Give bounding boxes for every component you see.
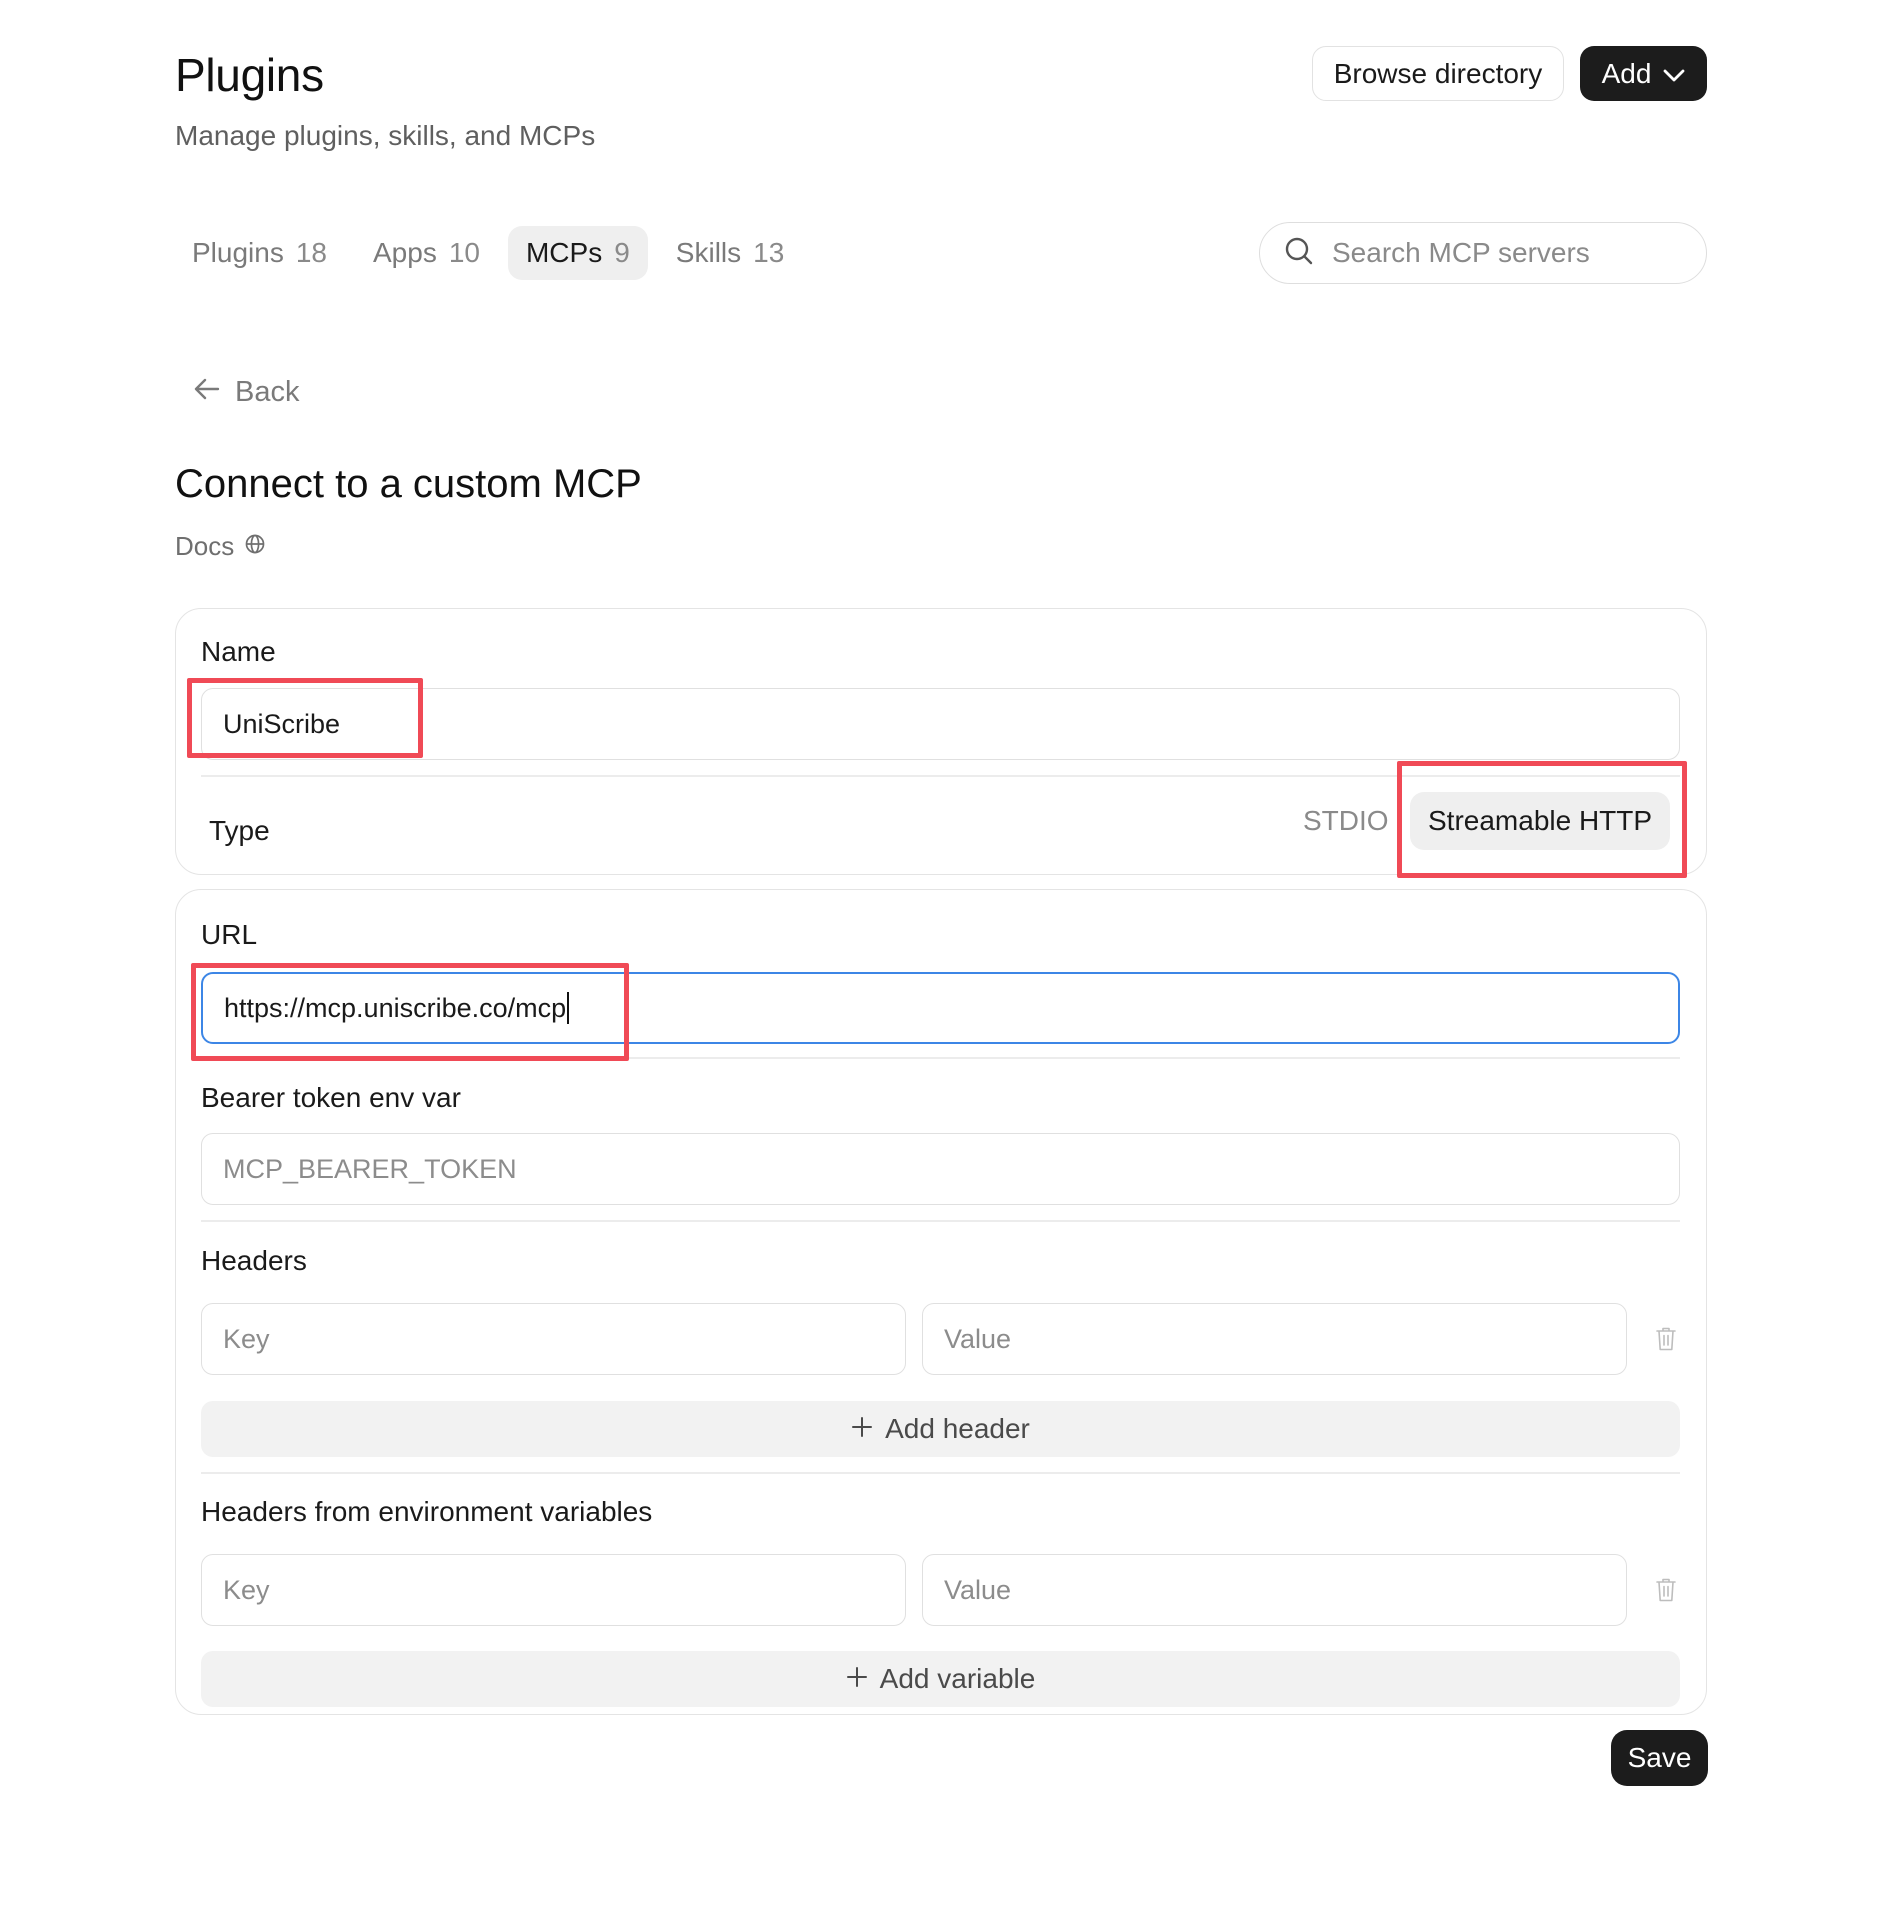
add-header-label: Add header — [885, 1413, 1030, 1444]
type-label: Type — [209, 815, 270, 846]
trash-icon[interactable] — [1652, 1574, 1680, 1606]
name-label: Name — [201, 636, 276, 667]
highlight-box-url — [191, 963, 629, 1061]
header-key-placeholder: Key — [223, 1323, 270, 1354]
tab-count: 9 — [614, 237, 630, 268]
type-option-stdio[interactable]: STDIO — [1303, 805, 1389, 837]
add-button[interactable]: Add — [1580, 46, 1707, 101]
tab-count: 13 — [753, 237, 785, 268]
search-icon — [1284, 236, 1314, 271]
plus-icon — [846, 1663, 868, 1695]
header-value-input[interactable]: Value — [922, 1303, 1627, 1375]
add-header-button[interactable]: Add header — [201, 1401, 1680, 1457]
bearer-token-input[interactable]: MCP_BEARER_TOKEN — [201, 1133, 1680, 1205]
page-subtitle: Manage plugins, skills, and MCPs — [175, 120, 596, 151]
tab-label: MCPs — [525, 237, 603, 268]
docs-label: Docs — [175, 531, 235, 561]
env-headers-label: Headers from environment variables — [201, 1496, 653, 1527]
env-header-value-placeholder: Value — [944, 1574, 1012, 1605]
browse-directory-button[interactable]: Browse directory — [1312, 46, 1564, 101]
globe-icon — [244, 531, 266, 562]
divider — [201, 1472, 1680, 1474]
tab-label: Apps — [373, 237, 437, 268]
chevron-down-icon — [1663, 58, 1685, 90]
tab-mcps[interactable]: MCPs 9 — [507, 226, 648, 280]
header-key-input[interactable]: Key — [201, 1303, 906, 1375]
arrow-left-icon — [193, 376, 221, 409]
tab-count: 10 — [448, 237, 480, 268]
search-input[interactable]: Search MCP servers — [1259, 222, 1707, 284]
highlight-box-name — [187, 678, 423, 758]
tab-bar: Plugins 18 Apps 10 MCPs 9 Skills 13 — [174, 226, 802, 280]
trash-icon[interactable] — [1652, 1323, 1680, 1355]
add-variable-button[interactable]: Add variable — [201, 1651, 1680, 1707]
tab-label: Plugins — [192, 237, 284, 268]
tab-label: Skills — [675, 237, 742, 268]
bearer-token-label: Bearer token env var — [201, 1082, 461, 1113]
tab-plugins[interactable]: Plugins 18 — [174, 226, 345, 280]
tab-apps[interactable]: Apps 10 — [355, 226, 498, 280]
back-label: Back — [235, 376, 300, 408]
add-variable-label: Add variable — [879, 1663, 1036, 1694]
header-value-placeholder: Value — [944, 1323, 1012, 1354]
bearer-token-placeholder: MCP_BEARER_TOKEN — [223, 1153, 517, 1184]
env-header-value-input[interactable]: Value — [922, 1554, 1627, 1626]
form-title: Connect to a custom MCP — [175, 462, 642, 506]
url-label: URL — [201, 919, 258, 950]
docs-link[interactable]: Docs — [175, 531, 266, 562]
headers-label: Headers — [201, 1245, 307, 1276]
plus-icon — [851, 1413, 873, 1445]
tab-count: 18 — [295, 237, 327, 268]
divider — [201, 1220, 1680, 1222]
page-title: Plugins — [175, 49, 324, 101]
search-placeholder: Search MCP servers — [1332, 237, 1590, 268]
env-header-key-placeholder: Key — [223, 1574, 270, 1605]
back-link[interactable]: Back — [193, 376, 299, 409]
save-button[interactable]: Save — [1611, 1730, 1708, 1786]
highlight-box-type — [1397, 761, 1687, 878]
env-header-key-input[interactable]: Key — [201, 1554, 906, 1626]
tab-skills[interactable]: Skills 13 — [658, 226, 803, 280]
add-button-label: Add — [1601, 57, 1652, 89]
